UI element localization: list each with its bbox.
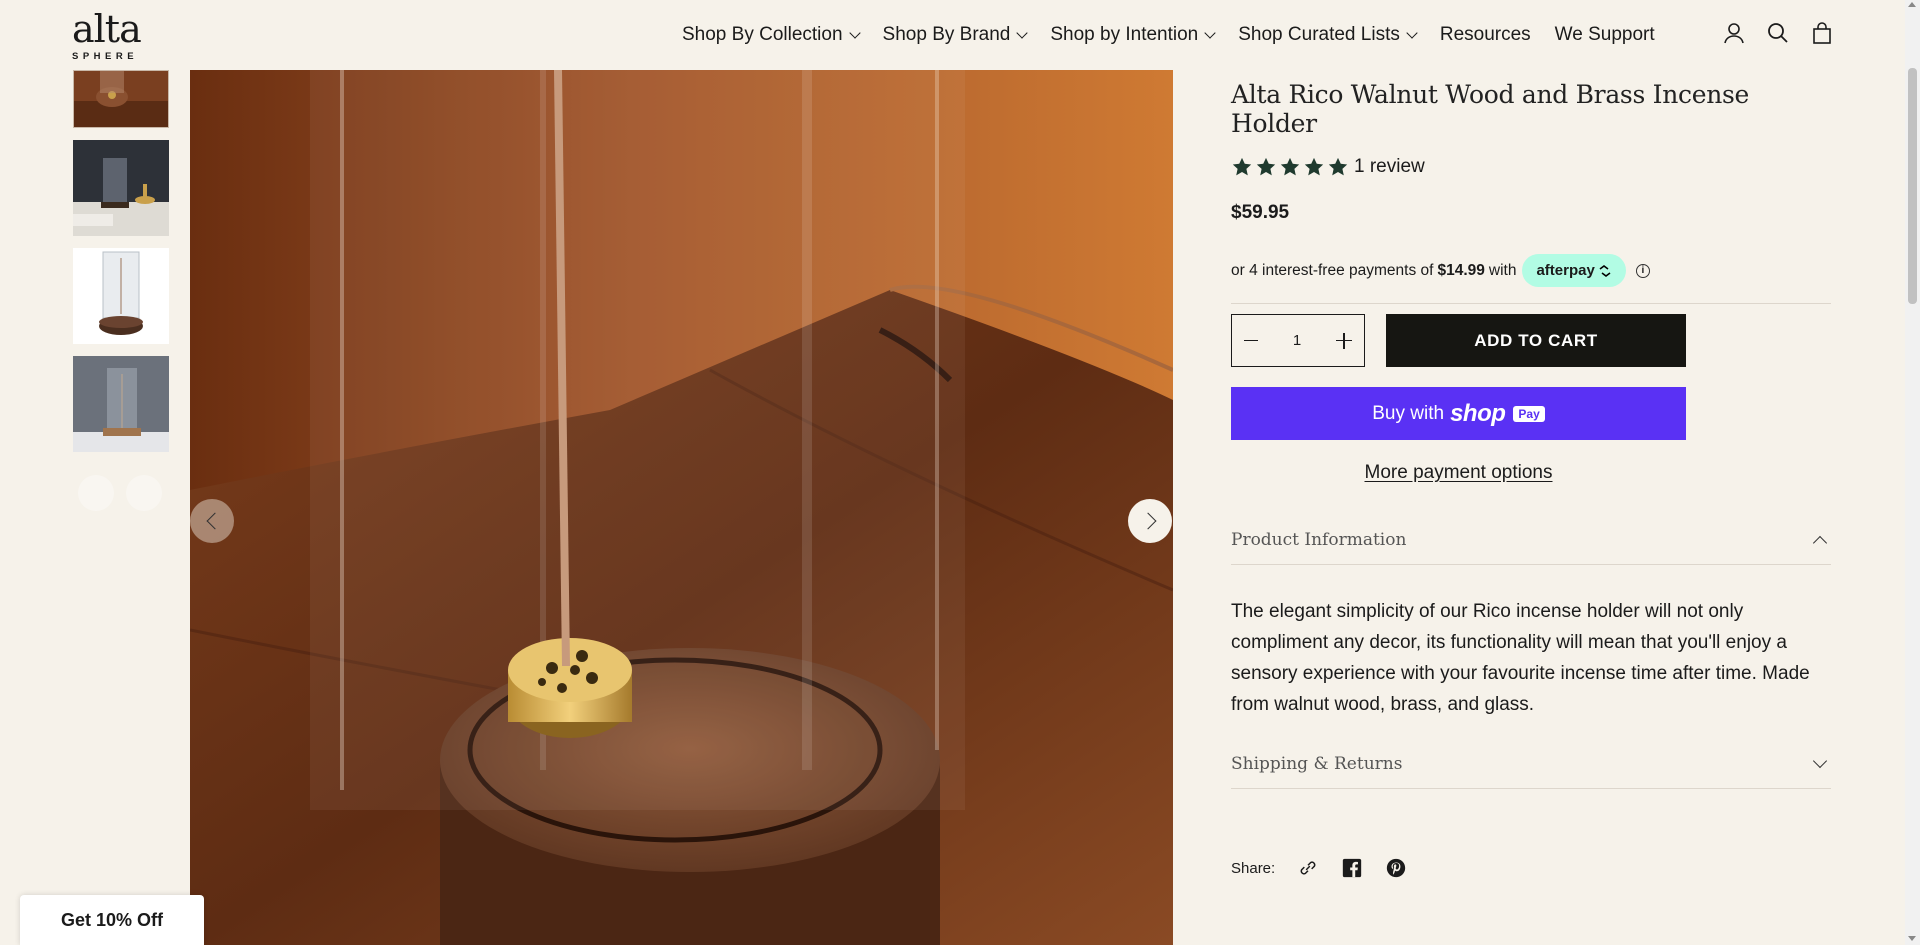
info-icon[interactable]: i [1635,263,1650,278]
accordion-shipping-returns[interactable]: Shipping & Returns [1231,753,1831,788]
next-image-button[interactable] [1128,499,1172,543]
product-description: The elegant simplicity of our Rico incen… [1231,601,1810,715]
nav-label: Shop By Collection [682,24,843,45]
chevron-down-icon [1204,27,1216,39]
account-icon[interactable] [1723,22,1745,44]
chevron-up-icon [1812,535,1828,551]
link-icon[interactable] [1297,857,1319,879]
star-icon [1256,157,1276,176]
facebook-icon[interactable] [1341,857,1363,879]
chevron-down-icon [1812,753,1828,769]
share-label: Share: [1231,859,1276,877]
shop-pay-button[interactable]: Buy with shop Pay [1231,387,1686,440]
divider [1231,303,1831,304]
nav-label: Shop by Intention [1050,24,1199,45]
thumbnail-4[interactable] [73,356,169,452]
header-icons [1723,22,1833,44]
site-logo[interactable]: alta SPHERE [72,10,152,62]
thumbnail-1[interactable] [73,70,169,128]
chevron-left-icon [206,512,223,530]
plus-icon[interactable] [1336,332,1352,349]
minus-icon[interactable] [1244,339,1258,342]
nav-shop-by-brand[interactable]: Shop By Brand [882,24,1029,46]
page-scrollbar[interactable] [1905,0,1920,945]
product-info: Alta Rico Walnut Wood and Brass Incense … [1231,80,1831,879]
chevron-right-icon [1139,512,1156,530]
afterpay-arrows-icon [1599,264,1611,277]
product-price: $59.95 [1231,202,1290,223]
add-to-cart-button[interactable]: ADD TO CART [1386,314,1686,367]
chevron-down-icon [848,27,861,39]
logo-subtitle: SPHERE [72,51,139,62]
afterpay-amount: $14.99 [1437,261,1485,279]
divider [1231,564,1831,565]
review-count: 1 review [1354,156,1425,177]
main-product-image[interactable] [190,70,1173,945]
nav-resources[interactable]: Resources [1440,24,1531,46]
more-payment-options-link[interactable]: More payment options [1231,462,1686,484]
star-icon [1280,157,1300,176]
shop-pay-badge: Pay [1513,405,1545,422]
afterpay-brand: afterpay [1536,262,1595,279]
cart-row: 1 ADD TO CART [1231,314,1831,367]
star-icon [1232,157,1252,176]
nav-label: Shop Curated Lists [1238,24,1400,45]
product-title: Alta Rico Walnut Wood and Brass Incense … [1231,80,1750,138]
dot[interactable] [126,475,162,511]
dot[interactable] [78,475,114,511]
prev-image-button[interactable] [190,499,234,543]
promo-tab[interactable]: Get 10% Off [20,895,204,945]
scroll-down-arrow[interactable] [1908,936,1916,941]
star-rating [1231,156,1349,178]
search-icon[interactable] [1767,22,1789,44]
share-row: Share: [1231,857,1831,879]
main-nav: Shop By Collection Shop By Brand Shop by… [682,24,1679,46]
star-icon [1328,157,1348,176]
nav-label: We Support [1554,24,1655,45]
cart-icon[interactable] [1811,22,1833,44]
site-header: alta SPHERE Shop By Collection Shop By B… [0,0,1905,70]
shop-pay-prefix: Buy with [1372,402,1445,424]
nav-shop-curated-lists[interactable]: Shop Curated Lists [1238,24,1418,46]
shop-pay-brand: shop [1450,399,1506,427]
nav-label: Shop By Brand [882,24,1011,45]
quantity-input[interactable]: 1 [1293,332,1301,349]
accordion-product-information[interactable]: Product Information [1231,530,1831,564]
accordion-title: Shipping & Returns [1231,754,1403,774]
afterpay-prefix: or 4 interest-free payments of [1231,261,1434,279]
thumbnail-3[interactable] [73,248,169,344]
chevron-down-icon [1016,27,1029,39]
logo-wordmark: alta [72,7,142,51]
nav-shop-by-intention[interactable]: Shop by Intention [1050,24,1216,46]
afterpay-logo[interactable]: afterpay [1522,254,1626,287]
nav-we-support[interactable]: We Support [1555,24,1655,46]
afterpay-suffix: with [1488,261,1517,279]
scroll-up-arrow[interactable] [1908,2,1916,7]
pinterest-icon[interactable] [1385,857,1407,879]
scrollbar-thumb[interactable] [1908,68,1917,304]
accordion-title: Product Information [1231,530,1407,550]
divider [1231,788,1831,789]
thumbnail-2[interactable] [73,140,169,236]
quantity-stepper: 1 [1231,314,1365,367]
product-rating[interactable]: 1 review [1231,156,1831,178]
thumbnail-dots [78,475,162,511]
star-icon [1304,157,1324,176]
nav-label: Resources [1439,24,1531,45]
thumbnail-list [73,70,169,464]
chevron-down-icon [1406,27,1418,39]
nav-shop-by-collection[interactable]: Shop By Collection [682,24,861,46]
afterpay-message: or 4 interest-free payments of $14.99 wi… [1231,254,1831,287]
